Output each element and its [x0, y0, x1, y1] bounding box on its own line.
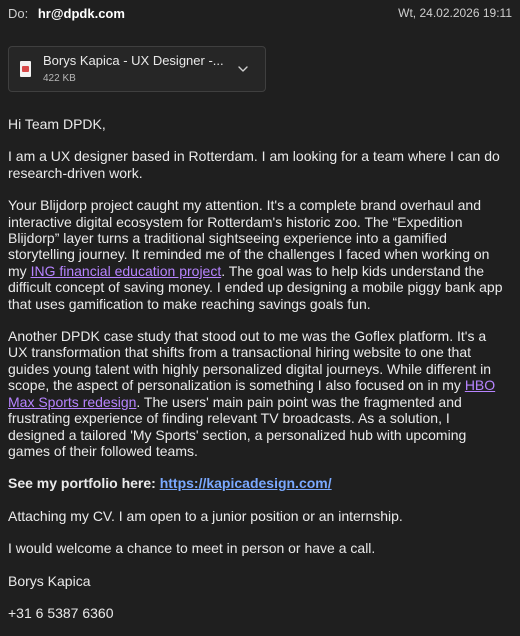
attachment-text: Borys Kapica - UX Designer -... 422 KB [43, 54, 231, 83]
goflex-paragraph: Another DPDK case study that stood out t… [8, 328, 506, 459]
attachment-name: Borys Kapica - UX Designer -... [43, 54, 224, 69]
greeting: Hi Team DPDK, [8, 116, 106, 132]
to-label: Do: [8, 5, 29, 21]
pdf-file-icon [20, 61, 31, 77]
email-header: Do: hr@dpdk.com Wt, 24.02.2026 19:11 [8, 0, 512, 26]
portfolio-label: See my portfolio here: [8, 475, 160, 492]
meeting-note: I would welcome a chance to meet in pers… [8, 540, 376, 557]
attachment-note: Attaching my CV. I am open to a junior p… [8, 507, 403, 524]
p3-text-before: Another DPDK case study that stood out t… [8, 328, 492, 394]
intro-paragraph: I am a UX designer based in Rotterdam. I… [8, 148, 500, 181]
ing-project-link[interactable]: ING financial education project [31, 263, 222, 279]
email-body: Hi Team DPDK, I am a UX designer based i… [8, 116, 506, 636]
blijdorp-paragraph: Your Blijdorp project caught my attentio… [8, 197, 506, 312]
portfolio-line: See my portfolio here: https://kapicades… [8, 475, 506, 491]
chevron-down-icon[interactable] [231, 57, 255, 81]
email-view: Do: hr@dpdk.com Wt, 24.02.2026 19:11 Bor… [0, 0, 520, 636]
attachment-size: 422 KB [43, 72, 76, 84]
recipient-line: Do: hr@dpdk.com [8, 6, 125, 21]
sent-date: Wt, 24.02.2026 19:11 [398, 6, 512, 20]
phone-number: +31 6 5387 6360 [8, 604, 114, 621]
to-email[interactable]: hr@dpdk.com [38, 6, 125, 21]
signature-name: Borys Kapica [8, 572, 91, 589]
portfolio-link[interactable]: https://kapicadesign.com/ [160, 475, 332, 491]
attachment-card[interactable]: Borys Kapica - UX Designer -... 422 KB [8, 46, 266, 92]
